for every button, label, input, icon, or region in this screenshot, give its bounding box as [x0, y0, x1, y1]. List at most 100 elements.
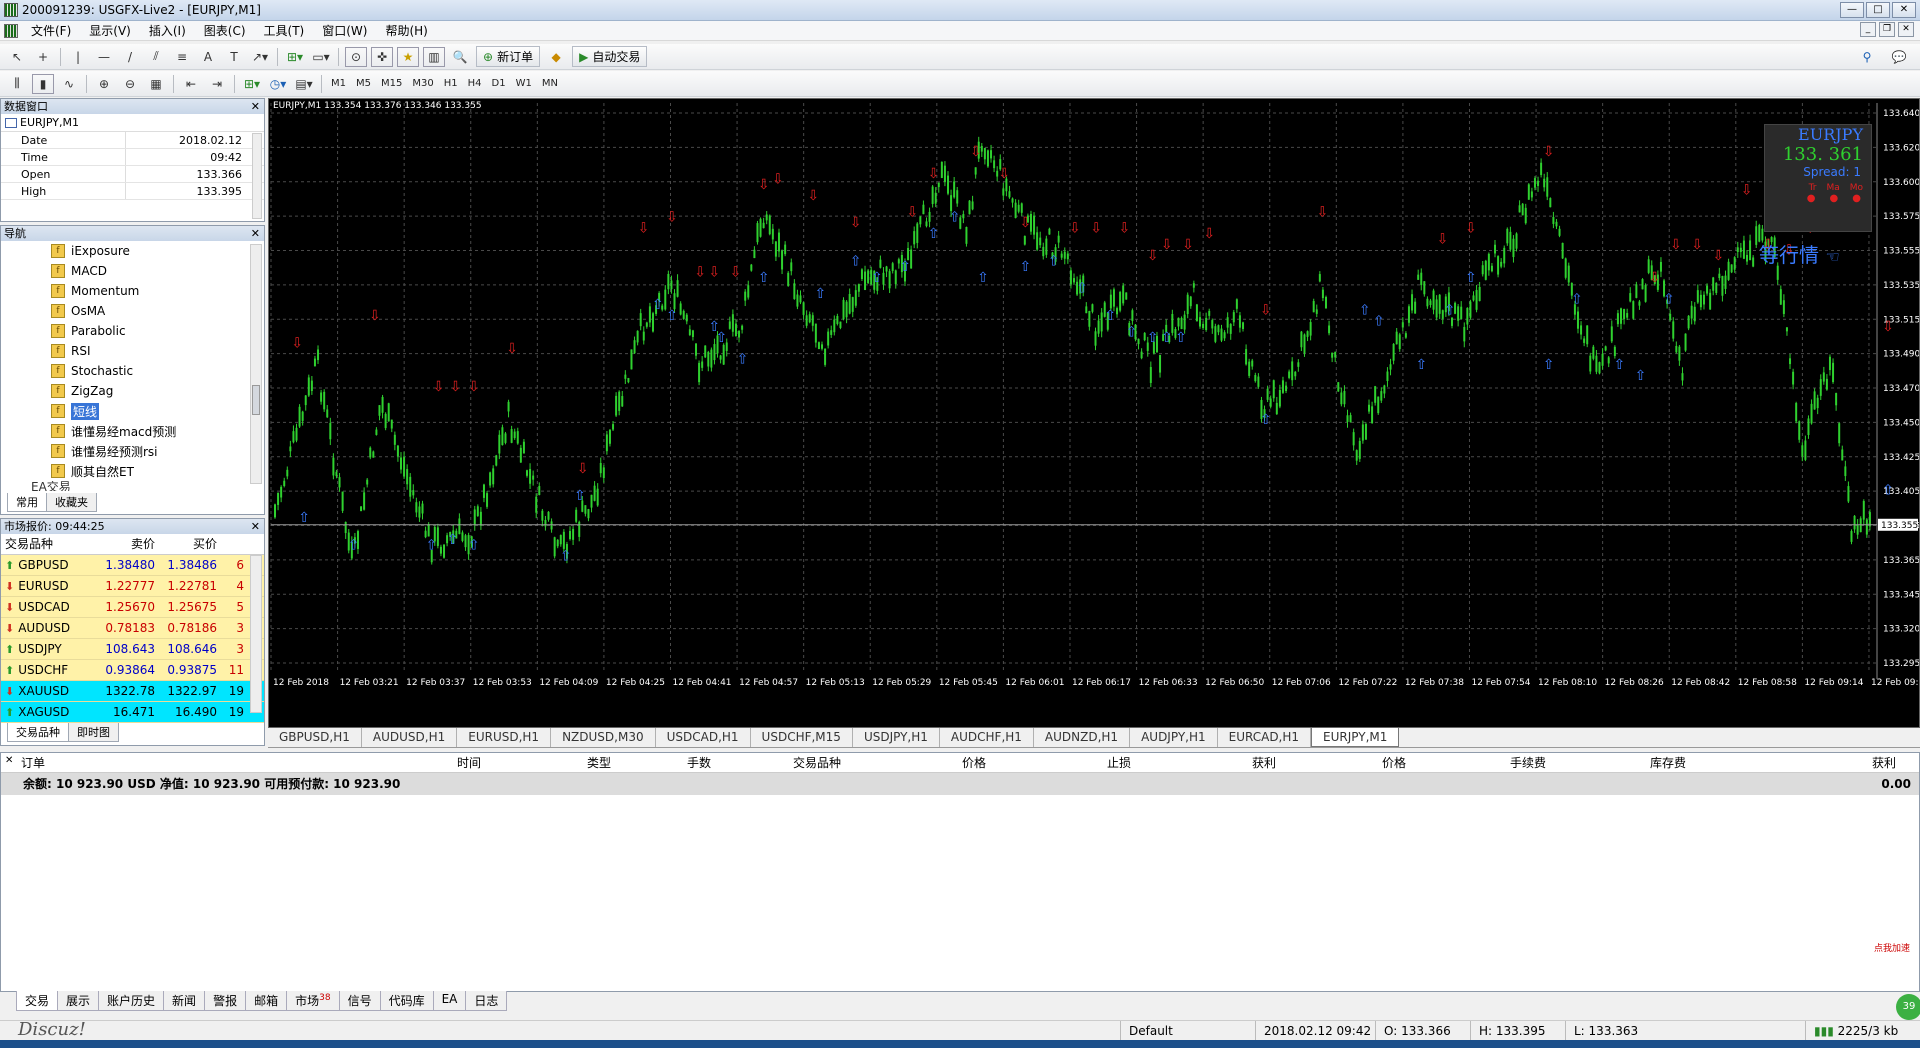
price-chart[interactable]: 133.640 133.620 133.600 133.575 133.555 133.5…	[268, 98, 1920, 728]
close-icon[interactable]: ✕	[5, 755, 13, 766]
menu-tools[interactable]: 工具(T)	[255, 22, 314, 39]
indicators-icon[interactable]: ⊞▾	[241, 74, 263, 94]
metaeditor-icon[interactable]: ◆	[545, 47, 567, 67]
market-row[interactable]: ⬆ USDCHF 0.93864 0.93875 11	[1, 660, 264, 681]
nav-item-ea[interactable]: EA交易	[1, 481, 264, 491]
terminal-tab[interactable]: EA	[432, 991, 467, 1011]
terminal-tab[interactable]: 新闻	[163, 991, 206, 1011]
tf-h4[interactable]: H4	[463, 78, 487, 89]
search-icon[interactable]: ⚲	[1856, 47, 1878, 67]
market-row[interactable]: ⬇ AUDUSD 0.78183 0.78186 3	[1, 618, 264, 639]
menu-file[interactable]: 文件(F)	[22, 22, 80, 39]
scrollbar[interactable]	[250, 555, 262, 713]
maximize-button[interactable]: □	[1866, 2, 1890, 18]
market-row[interactable]: ⬆ XAGUSD 16.471 16.490 19	[1, 702, 264, 723]
tf-m30[interactable]: M30	[407, 78, 438, 89]
arrows-icon[interactable]: ↗▾	[249, 47, 271, 67]
close-icon[interactable]: ✕	[251, 226, 260, 241]
data-window-icon[interactable]: ✜	[371, 46, 393, 67]
candlestick-icon[interactable]: ▮	[32, 73, 54, 94]
nav-item[interactable]: f ZigZag	[1, 381, 264, 401]
tf-m5[interactable]: M5	[351, 78, 376, 89]
chart-tab[interactable]: USDJPY,H1	[853, 728, 940, 747]
nav-item[interactable]: f Momentum	[1, 281, 264, 301]
minimize-button[interactable]: —	[1840, 2, 1864, 18]
market-row[interactable]: ⬇ XAUUSD 1322.78 1322.97 19	[1, 681, 264, 702]
tab-common[interactable]: 常用	[7, 493, 47, 512]
tester-icon[interactable]: 🔍	[449, 47, 471, 67]
tf-w1[interactable]: W1	[511, 78, 537, 89]
navigator-icon[interactable]: ★	[397, 46, 419, 67]
chart-tab[interactable]: USDCHF,M15	[751, 728, 853, 747]
new-order-button[interactable]: ⊕ 新订单	[476, 46, 541, 67]
nav-item[interactable]: f 顺其自然ET	[1, 461, 264, 481]
market-row[interactable]: ⬇ USDCAD 1.25670 1.25675 5	[1, 597, 264, 618]
auto-trading-button[interactable]: ▶ 自动交易	[572, 46, 648, 67]
scrollbar[interactable]	[250, 244, 262, 484]
nav-item[interactable]: f 谁懂易经预测rsi	[1, 441, 264, 461]
chart-tab[interactable]: AUDJPY,H1	[1130, 728, 1218, 747]
chart-tab[interactable]: GBPUSD,H1	[268, 728, 362, 747]
tab-favorites[interactable]: 收藏夹	[46, 493, 97, 512]
terminal-tab[interactable]: 展示	[57, 991, 100, 1011]
terminal-tab[interactable]: 代码库	[379, 991, 434, 1011]
chart-tab[interactable]: NZDUSD,M30	[551, 728, 656, 747]
mdi-restore-button[interactable]: ❐	[1879, 22, 1895, 37]
close-button[interactable]: ✕	[1892, 2, 1916, 18]
nav-item[interactable]: f Parabolic	[1, 321, 264, 341]
terminal-tab[interactable]: 邮箱	[245, 991, 288, 1011]
autoscroll-icon[interactable]: ⇤	[180, 74, 202, 94]
terminal-tab[interactable]: 市场38	[286, 991, 340, 1011]
chart-tab[interactable]: EURCAD,H1	[1218, 728, 1312, 747]
new-chart-icon[interactable]: ⊞▾	[284, 47, 306, 67]
mdi-minimize-button[interactable]: _	[1860, 22, 1876, 37]
chart-tab[interactable]: AUDUSD,H1	[362, 728, 458, 747]
menu-window[interactable]: 窗口(W)	[313, 22, 376, 39]
tab-symbols[interactable]: 交易品种	[7, 723, 69, 742]
profiles-icon[interactable]: ▭▾	[310, 47, 332, 67]
terminal-tab[interactable]: 信号	[338, 991, 381, 1011]
close-icon[interactable]: ✕	[251, 99, 260, 114]
horizontal-line-icon[interactable]: —	[93, 47, 115, 67]
templates-icon[interactable]: ▤▾	[293, 74, 315, 94]
trendline-icon[interactable]: /	[119, 47, 141, 67]
fibonacci-icon[interactable]: ≡	[171, 47, 193, 67]
nav-item[interactable]: f 谁懂易经macd预测	[1, 421, 264, 441]
nav-item[interactable]: f RSI	[1, 341, 264, 361]
channel-icon[interactable]: ⫽	[145, 47, 167, 67]
text-icon[interactable]: A	[197, 47, 219, 67]
text-label-icon[interactable]: T	[223, 47, 245, 67]
speed-badge[interactable]: 点我加速	[1873, 940, 1912, 955]
mdi-close-button[interactable]: ✕	[1898, 22, 1914, 37]
market-row[interactable]: ⬆ USDJPY 108.643 108.646 3	[1, 639, 264, 660]
terminal-tab[interactable]: 警报	[204, 991, 247, 1011]
chat-icon[interactable]: 💬	[1888, 47, 1910, 67]
terminal-tab[interactable]: 日志	[465, 991, 508, 1011]
line-chart-icon[interactable]: ∿	[58, 74, 80, 94]
bar-chart-icon[interactable]: ⫼	[6, 74, 28, 94]
crosshair-icon[interactable]: +	[32, 47, 54, 67]
cursor-icon[interactable]: ↖	[6, 47, 28, 67]
zoom-out-icon[interactable]: ⊖	[119, 74, 141, 94]
chart-shift-icon[interactable]: ⇥	[206, 74, 228, 94]
tf-h1[interactable]: H1	[439, 78, 463, 89]
tf-mn[interactable]: MN	[537, 78, 563, 89]
chart-canvas[interactable]: 133.640 133.620 133.600 133.575 133.555 133.5…	[269, 99, 1920, 727]
vertical-line-icon[interactable]: |	[67, 47, 89, 67]
terminal-icon[interactable]: ▥	[423, 46, 445, 67]
nav-item[interactable]: f 短线	[1, 401, 264, 421]
zoom-in-icon[interactable]: ⊕	[93, 74, 115, 94]
terminal-tab[interactable]: 交易	[16, 991, 59, 1011]
nav-item[interactable]: f OsMA	[1, 301, 264, 321]
market-row[interactable]: ⬆ GBPUSD 1.38480 1.38486 6	[1, 555, 264, 576]
menu-view[interactable]: 显示(V)	[80, 22, 140, 39]
chart-tab[interactable]: AUDNZD,H1	[1034, 728, 1131, 747]
nav-item[interactable]: f Stochastic	[1, 361, 264, 381]
chart-tab[interactable]: EURUSD,H1	[457, 728, 552, 747]
nav-item[interactable]: f iExposure	[1, 241, 264, 261]
menu-insert[interactable]: 插入(I)	[140, 22, 195, 39]
nav-item[interactable]: f MACD	[1, 261, 264, 281]
tf-d1[interactable]: D1	[487, 78, 511, 89]
menu-help[interactable]: 帮助(H)	[376, 22, 436, 39]
close-icon[interactable]: ✕	[251, 519, 260, 534]
